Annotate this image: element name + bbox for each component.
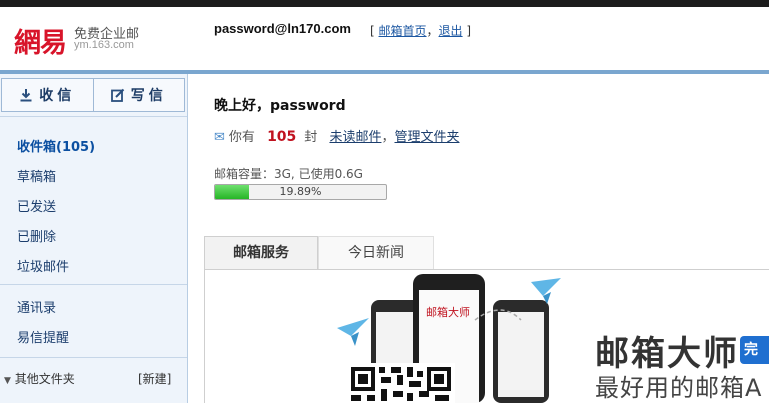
receive-label: 收信 — [39, 88, 76, 104]
mail-service-panel: 邮箱大师 邮箱大师 完 最好用的邮箱A — [204, 270, 769, 403]
other-folders-label: 其他文件夹 — [14, 372, 75, 386]
folder-deleted[interactable]: 已删除 — [17, 226, 56, 245]
folder-sent[interactable]: 已发送 — [17, 196, 56, 215]
top-dark-bar — [0, 0, 769, 7]
action-buttons: 收信 写信 — [1, 78, 185, 112]
netease-logo[interactable]: 網易 — [14, 21, 67, 60]
compose-label: 写信 — [130, 88, 167, 104]
unit-text: 封 — [304, 130, 318, 145]
mailbox-home-link[interactable]: 邮箱首页 — [379, 24, 427, 38]
logout-link[interactable]: 退出 — [439, 24, 463, 38]
unread-mail-link[interactable]: 未读邮件 — [329, 130, 381, 145]
other-folders-toggle[interactable]: ▼ 其他文件夹 — [4, 370, 75, 387]
compose-button[interactable]: 写信 — [92, 79, 185, 111]
caret-down-icon: ▼ — [4, 376, 11, 386]
compose-icon — [110, 88, 124, 102]
user-links: [ 邮箱首页，退出 ] — [370, 22, 471, 39]
tab-bar: 邮箱服务 今日新闻 — [204, 236, 769, 270]
sidebar-divider — [0, 116, 187, 117]
reminder-link[interactable]: 易信提醒 — [17, 327, 69, 346]
bracket-close: ] — [466, 24, 472, 38]
svg-text:邮箱大师: 邮箱大师 — [426, 305, 470, 319]
folder-drafts[interactable]: 草稿箱 — [17, 166, 56, 185]
promo-subtitle: 最好用的邮箱A — [595, 374, 763, 402]
paper-plane-icon — [337, 318, 369, 346]
new-folder-link[interactable]: [新建] — [138, 370, 171, 387]
main-content: 晚上好，password ✉ 你有 105 封 未读邮件，管理文件夹 邮箱容量：3G… — [188, 74, 769, 403]
download-icon — [20, 89, 32, 102]
link-separator: ， — [426, 24, 439, 38]
promo-badge: 完 — [740, 336, 769, 364]
unread-summary: ✉ 你有 105 封 未读邮件，管理文件夹 — [214, 126, 460, 145]
user-email: password@ln170.com — [214, 21, 351, 36]
quota-progress-bar: 19.89% — [214, 184, 387, 200]
comma: ， — [381, 130, 395, 145]
quota-percent: 19.89% — [279, 185, 322, 198]
quota-label: 邮箱容量：3G, 已使用0.6G — [214, 167, 363, 181]
folder-inbox[interactable]: 收件箱(105) — [17, 136, 95, 155]
contacts-link[interactable]: 通讯录 — [17, 297, 56, 316]
sidebar: 收信 写信 收件箱(105) 草稿箱 已发送 已删除 垃圾邮件 通讯录 易信提醒… — [0, 74, 188, 403]
header: 網易 免费企业邮 ym.163.com password@ln170.com [… — [0, 7, 769, 70]
logo-domain: ym.163.com — [74, 39, 134, 51]
envelope-icon: ✉ — [214, 130, 225, 145]
folder-spam[interactable]: 垃圾邮件 — [17, 256, 69, 275]
qr-code-icon — [347, 363, 455, 403]
receive-button[interactable]: 收信 — [2, 79, 93, 111]
sidebar-divider — [0, 284, 187, 285]
tab-mail-service[interactable]: 邮箱服务 — [204, 236, 318, 269]
tab-today-news[interactable]: 今日新闻 — [318, 236, 434, 269]
bracket-open: [ — [370, 24, 375, 38]
unread-count: 105 — [267, 129, 297, 145]
greeting: 晚上好，password — [214, 98, 346, 114]
manage-folders-link[interactable]: 管理文件夹 — [394, 130, 459, 145]
sidebar-divider — [0, 357, 187, 358]
you-have-text: 你有 — [228, 130, 255, 145]
